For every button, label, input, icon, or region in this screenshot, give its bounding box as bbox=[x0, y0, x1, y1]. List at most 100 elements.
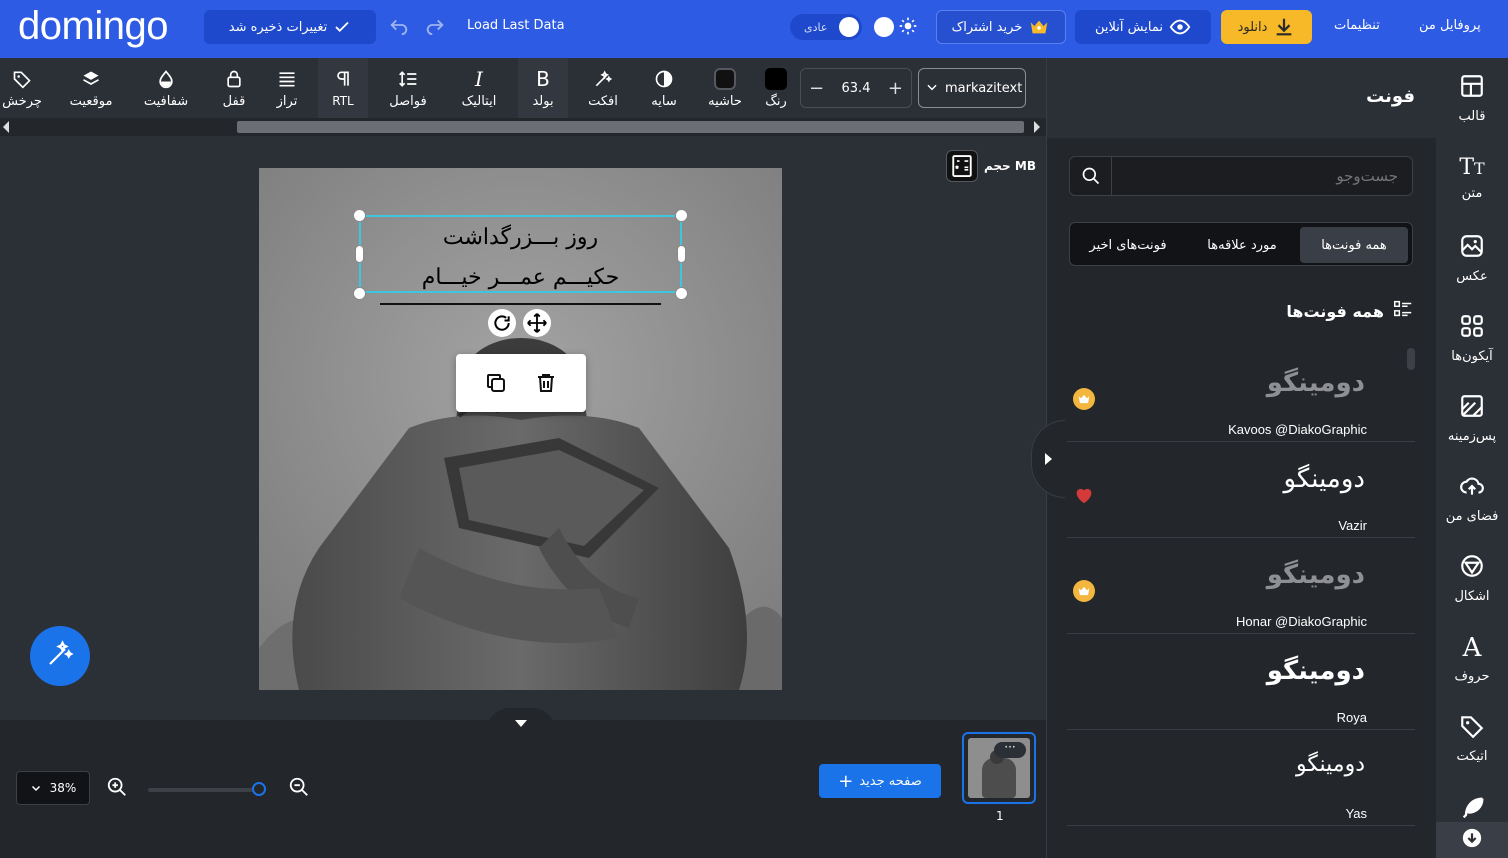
rotate-handle-icon[interactable] bbox=[488, 309, 516, 337]
font-card-yas[interactable]: دومینگو Yas bbox=[1067, 730, 1415, 826]
page-more-icon[interactable]: ··· bbox=[994, 741, 1026, 758]
move-handle-icon[interactable] bbox=[523, 309, 551, 337]
tool-align[interactable]: تراز bbox=[264, 58, 310, 118]
tool-rtl[interactable]: RTL bbox=[318, 58, 368, 118]
canvas-text-line-2[interactable]: حکیـــم عمـــر خیـــام bbox=[361, 265, 680, 290]
mode-toggle[interactable]: عادی bbox=[790, 14, 862, 40]
new-page-button[interactable]: + صفحه جدید bbox=[819, 764, 941, 798]
resize-handle[interactable] bbox=[675, 287, 688, 300]
resize-handle[interactable] bbox=[675, 209, 688, 222]
logo[interactable]: domingo bbox=[18, 4, 168, 49]
calculator-icon[interactable] bbox=[946, 150, 978, 182]
grid-icon bbox=[1459, 313, 1485, 343]
zoom-in-icon[interactable] bbox=[106, 776, 128, 802]
save-status-button[interactable]: تغییرات ذخیره شد bbox=[204, 10, 376, 44]
tool-lock[interactable]: قفل bbox=[210, 58, 258, 118]
font-card-roya[interactable]: دومینگو Roya bbox=[1067, 634, 1415, 730]
shapes-icon bbox=[1459, 553, 1485, 583]
resize-handle[interactable] bbox=[353, 287, 366, 300]
align-icon bbox=[277, 68, 297, 90]
new-page-label: صفحه جدید bbox=[859, 773, 922, 789]
trash-icon[interactable] bbox=[534, 371, 558, 399]
bold-icon: B bbox=[536, 66, 550, 91]
tool-effect[interactable]: افکت bbox=[578, 58, 628, 118]
sidebar-item-label: اشکال bbox=[1454, 588, 1490, 604]
tool-label: موقعیت bbox=[69, 93, 113, 109]
tool-label: ایتالیک bbox=[461, 93, 497, 109]
theme-toggle[interactable] bbox=[870, 14, 922, 40]
sidebar-item-stickers[interactable]: اتیکت bbox=[1436, 698, 1508, 778]
zoom-slider[interactable] bbox=[148, 782, 266, 796]
tool-italic[interactable]: I ایتالیک bbox=[448, 58, 510, 118]
tool-label: حاشیه bbox=[708, 93, 742, 109]
online-view-button[interactable]: نمایش آنلاین bbox=[1075, 10, 1211, 44]
download-button[interactable]: دانلود bbox=[1221, 10, 1312, 44]
resize-handle[interactable] bbox=[355, 245, 364, 263]
minus-icon[interactable]: − bbox=[809, 78, 824, 99]
tool-bold[interactable]: B بولد bbox=[518, 58, 568, 118]
scroll-right-icon[interactable] bbox=[1034, 121, 1040, 133]
settings-link[interactable]: تنظیمات bbox=[1334, 18, 1380, 33]
font-name: Kavoos @DiakoGraphic bbox=[1228, 422, 1367, 437]
font-card-kavoos[interactable]: دومینگو Kavoos @DiakoGraphic bbox=[1067, 346, 1415, 442]
scroll-left-icon[interactable] bbox=[3, 121, 9, 133]
subscribe-button[interactable]: خرید اشتراک bbox=[936, 10, 1066, 44]
search-input[interactable] bbox=[1114, 157, 1410, 195]
font-sample: دومینگو bbox=[1266, 368, 1365, 398]
section-header: همه فونت‌ها bbox=[1286, 298, 1414, 324]
sidebar-item-text[interactable]: TT متن bbox=[1436, 138, 1508, 218]
plus-icon[interactable]: + bbox=[888, 78, 903, 99]
page-thumbnail[interactable]: ··· bbox=[962, 732, 1036, 804]
search-icon[interactable] bbox=[1070, 157, 1112, 195]
sidebar-item-icons[interactable]: آیکون‌ها bbox=[1436, 298, 1508, 378]
toolbar-scrollbar[interactable] bbox=[0, 118, 1046, 136]
font-card-vazir[interactable]: دومینگو Vazir bbox=[1067, 442, 1415, 538]
resize-handle[interactable] bbox=[353, 209, 366, 222]
font-family-select[interactable]: markazitext bbox=[918, 68, 1026, 108]
zoom-select[interactable]: 38% bbox=[16, 771, 90, 805]
tool-spacing[interactable]: فواصل bbox=[380, 58, 436, 118]
load-last-data-link[interactable]: Load Last Data bbox=[467, 18, 565, 33]
border-swatch-icon bbox=[714, 67, 736, 90]
sidebar-item-templates[interactable]: قالب bbox=[1436, 58, 1508, 138]
tab-recent-fonts[interactable]: فونت‌های اخیر bbox=[1072, 227, 1184, 263]
tool-rotate[interactable]: چرخش bbox=[0, 58, 44, 118]
canvas-text-line-1[interactable]: روز بـــزرگداشت bbox=[361, 225, 680, 250]
tool-border[interactable]: حاشیه bbox=[700, 58, 750, 118]
zoom-slider-thumb[interactable] bbox=[252, 782, 266, 796]
text-underline bbox=[380, 303, 661, 305]
font-size-stepper[interactable]: − 63.4 + bbox=[800, 68, 912, 108]
duplicate-icon[interactable] bbox=[484, 371, 508, 399]
sidebar-item-letters[interactable]: A حروف bbox=[1436, 618, 1508, 698]
text-selection-box[interactable]: روز بـــزرگداشت حکیـــم عمـــر خیـــام bbox=[359, 215, 682, 293]
zoom-out-icon[interactable] bbox=[288, 776, 310, 802]
image-icon bbox=[1459, 233, 1485, 263]
sidebar-item-photos[interactable]: عکس bbox=[1436, 218, 1508, 298]
magic-fab-button[interactable] bbox=[30, 626, 90, 686]
crown-icon bbox=[1073, 580, 1095, 602]
tab-favorites[interactable]: مورد علاقه‌ها bbox=[1188, 227, 1296, 263]
font-card-honar[interactable]: دومینگو Honar @DiakoGraphic bbox=[1067, 538, 1415, 634]
check-icon bbox=[333, 18, 351, 36]
tool-color[interactable]: رنگ bbox=[758, 58, 794, 118]
tool-position[interactable]: موقعیت bbox=[60, 58, 122, 118]
heart-icon[interactable] bbox=[1073, 484, 1095, 510]
crown-icon bbox=[1028, 16, 1050, 38]
redo-icon[interactable] bbox=[424, 14, 446, 40]
italic-icon: I bbox=[475, 66, 483, 91]
sidebar-item-shapes[interactable]: اشکال bbox=[1436, 538, 1508, 618]
tool-opacity[interactable]: شفافیت bbox=[136, 58, 196, 118]
sidebar-item-my-space[interactable]: فضای من bbox=[1436, 458, 1508, 538]
resize-handle[interactable] bbox=[677, 245, 686, 263]
sidebar-item-background[interactable]: پس‌زمینه bbox=[1436, 378, 1508, 458]
undo-icon[interactable] bbox=[388, 14, 410, 40]
font-sample: دومینگو bbox=[1266, 656, 1365, 686]
collapse-pages-tab[interactable] bbox=[486, 708, 556, 732]
tab-all-fonts[interactable]: همه فونت‌ها bbox=[1300, 227, 1408, 263]
sidebar-scroll-down[interactable] bbox=[1436, 822, 1508, 858]
profile-link[interactable]: پروفایل من bbox=[1419, 18, 1481, 33]
scrollbar-thumb[interactable] bbox=[237, 121, 1024, 133]
font-size-value[interactable]: 63.4 bbox=[842, 81, 871, 96]
tool-shadow[interactable]: سایه bbox=[640, 58, 688, 118]
toggle-knob bbox=[839, 17, 859, 37]
